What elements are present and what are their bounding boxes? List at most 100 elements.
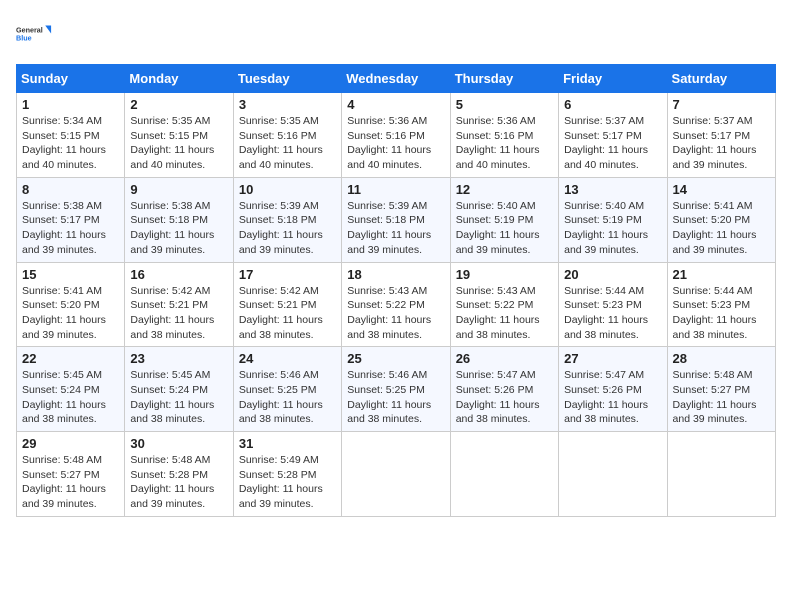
calendar-cell: 10 Sunrise: 5:39 AM Sunset: 5:18 PM Dayli…: [233, 177, 341, 262]
day-info: Sunrise: 5:49 AM Sunset: 5:28 PM Dayligh…: [239, 453, 336, 512]
day-info: Sunrise: 5:43 AM Sunset: 5:22 PM Dayligh…: [456, 284, 553, 343]
day-number: 10: [239, 182, 336, 197]
logo: GeneralBlue: [16, 16, 52, 52]
day-info: Sunrise: 5:39 AM Sunset: 5:18 PM Dayligh…: [347, 199, 444, 258]
day-info: Sunrise: 5:39 AM Sunset: 5:18 PM Dayligh…: [239, 199, 336, 258]
calendar-cell: 1 Sunrise: 5:34 AM Sunset: 5:15 PM Daylig…: [17, 93, 125, 178]
day-number: 3: [239, 97, 336, 112]
calendar-cell: 25Sunrise: 5:46 AM Sunset: 5:25 PM Dayli…: [342, 347, 450, 432]
day-header-monday: Monday: [125, 65, 233, 93]
day-number: 16: [130, 267, 227, 282]
day-info: Sunrise: 5:48 AM Sunset: 5:27 PM Dayligh…: [673, 368, 770, 427]
day-header-thursday: Thursday: [450, 65, 558, 93]
calendar-cell: 31 Sunrise: 5:49 AM Sunset: 5:28 PM Dayli…: [233, 432, 341, 517]
day-number: 4: [347, 97, 444, 112]
day-info: Sunrise: 5:42 AM Sunset: 5:21 PM Dayligh…: [239, 284, 336, 343]
day-number: 13: [564, 182, 661, 197]
day-header-wednesday: Wednesday: [342, 65, 450, 93]
day-number: 8: [22, 182, 119, 197]
day-number: 5: [456, 97, 553, 112]
calendar-cell: 11 Sunrise: 5:39 AM Sunset: 5:18 PM Dayli…: [342, 177, 450, 262]
calendar-table: SundayMondayTuesdayWednesdayThursdayFrid…: [16, 64, 776, 517]
day-info: Sunrise: 5:45 AM Sunset: 5:24 PM Dayligh…: [22, 368, 119, 427]
calendar-week-row: 15 Sunrise: 5:41 AM Sunset: 5:20 PM Dayli…: [17, 262, 776, 347]
day-info: Sunrise: 5:48 AM Sunset: 5:28 PM Dayligh…: [130, 453, 227, 512]
day-info: Sunrise: 5:46 AM Sunset: 5:25 PM Dayligh…: [239, 368, 336, 427]
day-number: 24: [239, 351, 336, 366]
calendar-cell: 15 Sunrise: 5:41 AM Sunset: 5:20 PM Dayli…: [17, 262, 125, 347]
day-number: 9: [130, 182, 227, 197]
day-info: Sunrise: 5:38 AM Sunset: 5:18 PM Dayligh…: [130, 199, 227, 258]
day-info: Sunrise: 5:36 AM Sunset: 5:16 PM Dayligh…: [347, 114, 444, 173]
day-number: 15: [22, 267, 119, 282]
day-number: 30: [130, 436, 227, 451]
day-info: Sunrise: 5:34 AM Sunset: 5:15 PM Dayligh…: [22, 114, 119, 173]
day-number: 19: [456, 267, 553, 282]
calendar-cell: 21 Sunrise: 5:44 AM Sunset: 5:23 PM Dayli…: [667, 262, 775, 347]
calendar-cell: 6 Sunrise: 5:37 AM Sunset: 5:17 PM Daylig…: [559, 93, 667, 178]
calendar-cell: 29 Sunrise: 5:48 AM Sunset: 5:27 PM Dayli…: [17, 432, 125, 517]
day-number: 31: [239, 436, 336, 451]
day-info: Sunrise: 5:40 AM Sunset: 5:19 PM Dayligh…: [564, 199, 661, 258]
day-number: 6: [564, 97, 661, 112]
day-info: Sunrise: 5:45 AM Sunset: 5:24 PM Dayligh…: [130, 368, 227, 427]
day-number: 1: [22, 97, 119, 112]
calendar-week-row: 29 Sunrise: 5:48 AM Sunset: 5:27 PM Dayli…: [17, 432, 776, 517]
day-info: Sunrise: 5:44 AM Sunset: 5:23 PM Dayligh…: [673, 284, 770, 343]
day-info: Sunrise: 5:37 AM Sunset: 5:17 PM Dayligh…: [564, 114, 661, 173]
day-header-saturday: Saturday: [667, 65, 775, 93]
calendar-cell: 14Sunrise: 5:41 AM Sunset: 5:20 PM Dayli…: [667, 177, 775, 262]
day-number: 27: [564, 351, 661, 366]
svg-text:Blue: Blue: [16, 34, 32, 43]
day-number: 11: [347, 182, 444, 197]
day-number: 20: [564, 267, 661, 282]
calendar-cell: 3 Sunrise: 5:35 AM Sunset: 5:16 PM Daylig…: [233, 93, 341, 178]
day-info: Sunrise: 5:44 AM Sunset: 5:23 PM Dayligh…: [564, 284, 661, 343]
calendar-cell: [667, 432, 775, 517]
calendar-cell: 30 Sunrise: 5:48 AM Sunset: 5:28 PM Dayli…: [125, 432, 233, 517]
calendar-cell: 2Sunrise: 5:35 AM Sunset: 5:15 PM Daylig…: [125, 93, 233, 178]
calendar-cell: 27 Sunrise: 5:47 AM Sunset: 5:26 PM Dayli…: [559, 347, 667, 432]
day-number: 21: [673, 267, 770, 282]
day-info: Sunrise: 5:42 AM Sunset: 5:21 PM Dayligh…: [130, 284, 227, 343]
calendar-cell: 8Sunrise: 5:38 AM Sunset: 5:17 PM Daylig…: [17, 177, 125, 262]
day-info: Sunrise: 5:40 AM Sunset: 5:19 PM Dayligh…: [456, 199, 553, 258]
calendar-cell: [450, 432, 558, 517]
day-number: 7: [673, 97, 770, 112]
day-number: 29: [22, 436, 119, 451]
day-info: Sunrise: 5:48 AM Sunset: 5:27 PM Dayligh…: [22, 453, 119, 512]
calendar-cell: 16 Sunrise: 5:42 AM Sunset: 5:21 PM Dayli…: [125, 262, 233, 347]
calendar-header-row: SundayMondayTuesdayWednesdayThursdayFrid…: [17, 65, 776, 93]
day-header-friday: Friday: [559, 65, 667, 93]
calendar-cell: 17Sunrise: 5:42 AM Sunset: 5:21 PM Dayli…: [233, 262, 341, 347]
calendar-cell: [559, 432, 667, 517]
calendar-cell: [342, 432, 450, 517]
calendar-cell: 13 Sunrise: 5:40 AM Sunset: 5:19 PM Dayli…: [559, 177, 667, 262]
day-info: Sunrise: 5:43 AM Sunset: 5:22 PM Dayligh…: [347, 284, 444, 343]
calendar-cell: 24 Sunrise: 5:46 AM Sunset: 5:25 PM Dayli…: [233, 347, 341, 432]
calendar-cell: 12Sunrise: 5:40 AM Sunset: 5:19 PM Dayli…: [450, 177, 558, 262]
calendar-cell: 9 Sunrise: 5:38 AM Sunset: 5:18 PM Daylig…: [125, 177, 233, 262]
day-number: 2: [130, 97, 227, 112]
calendar-cell: 28 Sunrise: 5:48 AM Sunset: 5:27 PM Dayli…: [667, 347, 775, 432]
calendar-cell: 19 Sunrise: 5:43 AM Sunset: 5:22 PM Dayli…: [450, 262, 558, 347]
calendar-week-row: 8Sunrise: 5:38 AM Sunset: 5:17 PM Daylig…: [17, 177, 776, 262]
day-info: Sunrise: 5:47 AM Sunset: 5:26 PM Dayligh…: [564, 368, 661, 427]
calendar-cell: 23Sunrise: 5:45 AM Sunset: 5:24 PM Dayli…: [125, 347, 233, 432]
day-info: Sunrise: 5:41 AM Sunset: 5:20 PM Dayligh…: [22, 284, 119, 343]
calendar-cell: 7 Sunrise: 5:37 AM Sunset: 5:17 PM Daylig…: [667, 93, 775, 178]
day-info: Sunrise: 5:47 AM Sunset: 5:26 PM Dayligh…: [456, 368, 553, 427]
calendar-cell: 5 Sunrise: 5:36 AM Sunset: 5:16 PM Daylig…: [450, 93, 558, 178]
calendar-week-row: 1 Sunrise: 5:34 AM Sunset: 5:15 PM Daylig…: [17, 93, 776, 178]
day-header-tuesday: Tuesday: [233, 65, 341, 93]
header: GeneralBlue: [16, 16, 776, 52]
day-info: Sunrise: 5:36 AM Sunset: 5:16 PM Dayligh…: [456, 114, 553, 173]
day-number: 28: [673, 351, 770, 366]
day-number: 25: [347, 351, 444, 366]
calendar-cell: 20 Sunrise: 5:44 AM Sunset: 5:23 PM Dayli…: [559, 262, 667, 347]
day-number: 14: [673, 182, 770, 197]
day-number: 22: [22, 351, 119, 366]
day-info: Sunrise: 5:37 AM Sunset: 5:17 PM Dayligh…: [673, 114, 770, 173]
day-header-sunday: Sunday: [17, 65, 125, 93]
day-info: Sunrise: 5:35 AM Sunset: 5:16 PM Dayligh…: [239, 114, 336, 173]
